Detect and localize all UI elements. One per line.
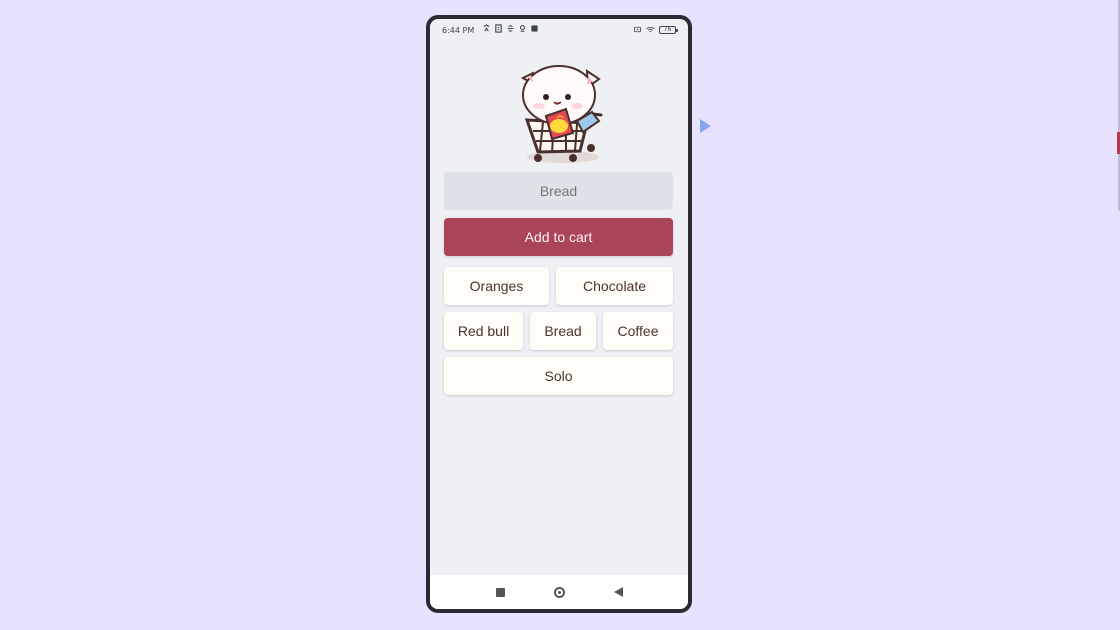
triangle-back-icon: [613, 587, 623, 597]
status-bar: 6:44 PM 76: [430, 19, 688, 44]
vibrate-icon: [634, 26, 641, 33]
quick-items-row-1: Oranges Chocolate: [444, 267, 674, 305]
mouse-cursor-icon: [700, 119, 711, 133]
shopping-form: Add to cart Oranges Chocolate Red bull B…: [444, 172, 674, 395]
status-time: 6:44 PM: [442, 26, 475, 35]
home-button[interactable]: [551, 584, 567, 600]
android-navigation-bar: [430, 575, 688, 609]
back-button[interactable]: [610, 584, 626, 600]
sync-icon: [483, 24, 490, 32]
quick-item-oranges-button[interactable]: Oranges: [444, 267, 549, 305]
quick-item-bread-button[interactable]: Bread: [530, 312, 596, 350]
recent-apps-button[interactable]: [492, 584, 508, 600]
wifi-icon: [646, 26, 655, 33]
message-icon: [531, 25, 538, 32]
quick-item-solo-button[interactable]: Solo: [444, 357, 673, 395]
desktop-background: 6:44 PM 76 Bread Add to cart Oranges Cho…: [0, 0, 1120, 630]
quick-item-chocolate-button[interactable]: Chocolate: [556, 267, 673, 305]
phone-frame: 6:44 PM 76 Bread Add to cart Oranges Cho…: [426, 15, 692, 613]
app-screen: 6:44 PM 76 Bread Add to cart Oranges Cho…: [430, 19, 688, 609]
app-notification-icon: [507, 25, 514, 32]
quick-items-row-3: Solo: [444, 357, 674, 395]
sim-card-icon: [495, 24, 502, 33]
status-icons-left: [482, 24, 539, 33]
location-icon: [520, 25, 525, 32]
quick-item-coffee-button[interactable]: Coffee: [603, 312, 673, 350]
add-to-cart-button[interactable]: Add to cart: [444, 218, 673, 256]
cat-shopping-cart-icon: [520, 65, 603, 163]
quick-items-row-2: Red bull Bread Coffee: [444, 312, 674, 350]
battery-icon: 76: [659, 25, 678, 34]
circle-home-icon: [553, 586, 565, 598]
status-icons-right: 76: [633, 25, 678, 34]
quick-item-red-bull-button[interactable]: Red bull: [444, 312, 523, 350]
item-name-input[interactable]: [444, 172, 673, 210]
square-icon: [495, 587, 505, 597]
